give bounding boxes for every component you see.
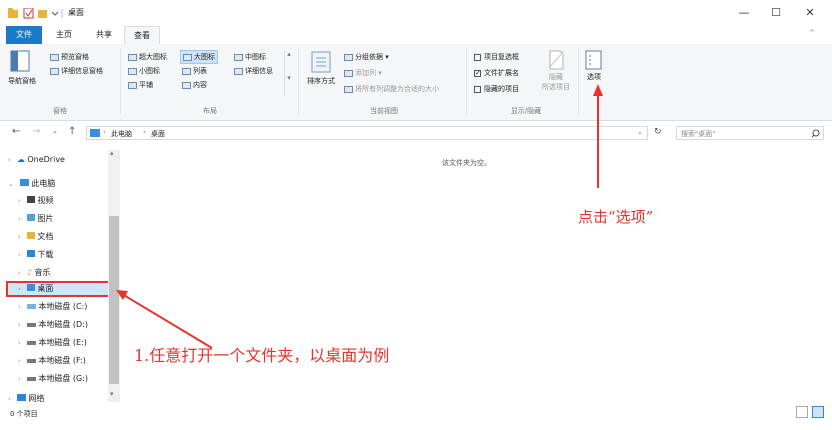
arrow-head bbox=[116, 290, 128, 300]
annotation-step-open-folder: 1.任意打开一个文件夹，以桌面为例 bbox=[134, 346, 390, 365]
arrow-head bbox=[593, 84, 603, 96]
arrow-to-desktop bbox=[121, 293, 213, 349]
annotation-step-options: 点击“选项” bbox=[578, 208, 654, 226]
annotation-arrows bbox=[116, 84, 603, 349]
